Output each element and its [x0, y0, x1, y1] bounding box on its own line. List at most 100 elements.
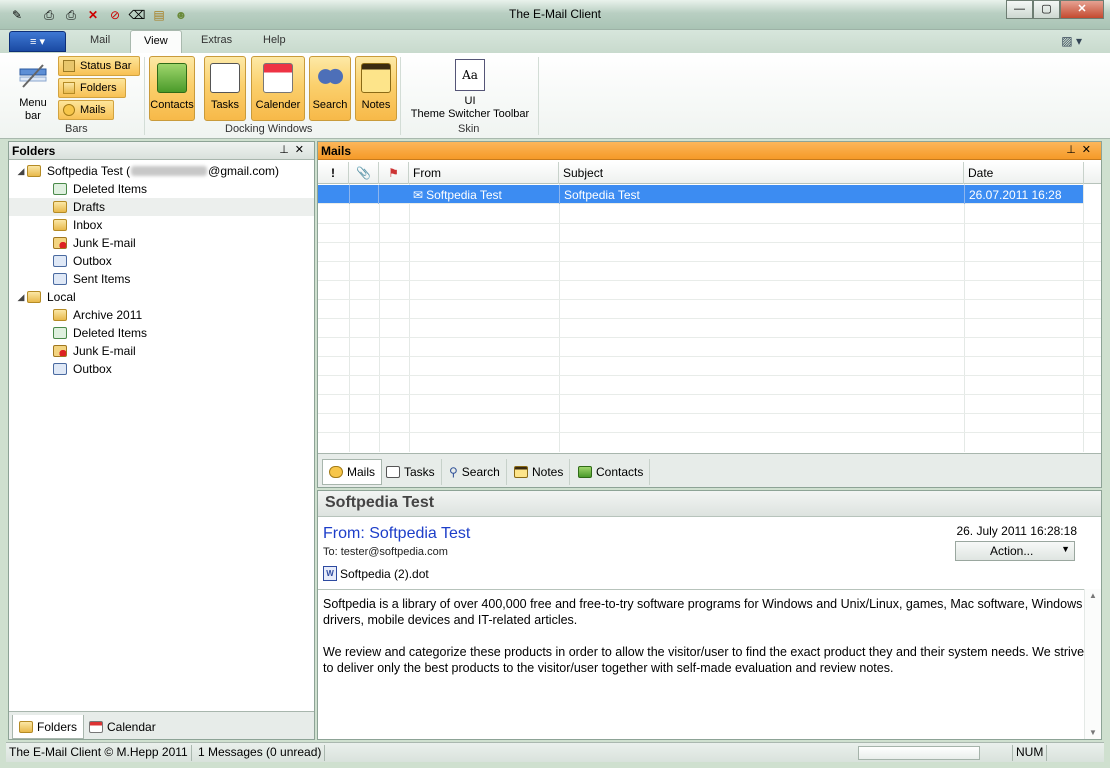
message-from[interactable]: From: Softpedia Test [323, 525, 470, 543]
status-bar-toggle[interactable]: Status Bar [58, 56, 140, 76]
message-paragraph: Softpedia is a library of over 400,000 f… [323, 597, 1083, 627]
status-progress-bar [858, 746, 980, 760]
menu-bar-icon [19, 64, 47, 88]
tree-folder-junk-local[interactable]: Junk E-mail [9, 342, 314, 360]
column-date[interactable]: Date [964, 162, 1084, 184]
notes-button[interactable]: Notes [355, 56, 397, 121]
search-button[interactable]: Search [309, 56, 351, 121]
message-body[interactable]: Softpedia is a library of over 400,000 f… [318, 589, 1101, 739]
tab-search[interactable]: ⚲ Search [443, 459, 507, 485]
collapse-arrow-icon[interactable]: ◢ [15, 166, 27, 177]
tab-mails[interactable]: Mails [322, 459, 383, 485]
tab-help[interactable]: Help [263, 34, 286, 46]
message-paragraph: We review and categorize these products … [323, 645, 1085, 675]
empty-row [318, 243, 1101, 262]
column-priority[interactable]: ! [318, 162, 349, 184]
folders-pane: Folders ⊥✕ ◢ Softpedia Test (@gmail.com)… [8, 141, 315, 740]
column-flag-icon[interactable]: ⚑ [379, 162, 409, 184]
tree-account-softpedia[interactable]: ◢ Softpedia Test (@gmail.com) [15, 162, 320, 180]
attachment[interactable]: W Softpedia (2).dot [323, 566, 429, 581]
tasks-icon [386, 466, 400, 478]
theme-switcher-button[interactable]: Aa UI Theme Switcher Toolbar [405, 59, 535, 121]
drafts-icon [53, 201, 67, 213]
maximize-button[interactable]: ▢ [1033, 0, 1060, 19]
mails-icon [329, 466, 343, 478]
pane-pin-close-icons[interactable]: ⊥✕ [279, 143, 310, 156]
tab-extras[interactable]: Extras [201, 34, 232, 46]
empty-row [318, 281, 1101, 300]
tab-calendar[interactable]: Calendar [83, 715, 162, 739]
empty-row [318, 338, 1101, 357]
tab-notes-label: Notes [532, 465, 564, 479]
folder-icon [63, 82, 75, 94]
tree-folder-archive[interactable]: Archive 2011 [9, 306, 314, 324]
close-button[interactable]: ✕ [1060, 0, 1104, 19]
tree-folder-drafts[interactable]: Drafts [9, 198, 314, 216]
application-menu-button[interactable]: ≡ ▾ [9, 31, 66, 52]
ui-label: UI [464, 95, 476, 107]
tree-folder-deleted-items-local[interactable]: Deleted Items [9, 324, 314, 342]
account-name: Local [47, 290, 76, 304]
tree-folder-deleted-items[interactable]: Deleted Items [9, 180, 314, 198]
calender-label: Calender [255, 99, 301, 111]
calender-button[interactable]: Calender [251, 56, 305, 121]
message-scrollbar[interactable]: ▲ ▼ [1084, 589, 1101, 739]
empty-row [318, 300, 1101, 319]
tasks-button[interactable]: Tasks [204, 56, 246, 121]
tree-folder-junk[interactable]: Junk E-mail [9, 234, 314, 252]
tab-tasks[interactable]: Tasks [380, 459, 442, 485]
mails-toggle[interactable]: Mails [58, 100, 114, 120]
search-label: Search [312, 99, 348, 111]
recycle-bin-icon [53, 327, 67, 339]
tab-contacts[interactable]: Contacts [572, 459, 651, 485]
attachment-cell [349, 185, 379, 204]
envelope-icon: ✉ [413, 188, 424, 202]
group-separator [144, 57, 145, 135]
scroll-up-icon[interactable]: ▲ [1089, 591, 1097, 600]
group-label-docking: Docking Windows [225, 123, 313, 135]
action-dropdown[interactable]: Action... ▼ [955, 541, 1075, 561]
folder-label: Outbox [73, 254, 112, 268]
tab-mail[interactable]: Mail [90, 34, 110, 46]
tasks-label: Tasks [210, 99, 240, 111]
theme-switcher-label: Theme Switcher Toolbar [410, 108, 530, 120]
group-label-bars: Bars [65, 123, 88, 135]
title-bar: ✎ ⎙ ⎙ ✕ ⊘ ⌫ ▤ ☻ The E-Mail Client — ▢ ✕ [0, 0, 1110, 30]
tab-view[interactable]: View [130, 30, 182, 53]
group-separator [400, 57, 401, 135]
group-separator [538, 57, 539, 135]
pane-pin-close-icons[interactable]: ⊥✕ [1066, 143, 1097, 156]
tree-folder-inbox[interactable]: Inbox [9, 216, 314, 234]
collapse-arrow-icon[interactable]: ◢ [15, 292, 27, 303]
minimize-button[interactable]: — [1006, 0, 1033, 19]
column-subject[interactable]: Subject [559, 162, 964, 184]
folders-toggle[interactable]: Folders [58, 78, 126, 98]
empty-row [318, 376, 1101, 395]
tab-folders[interactable]: Folders [12, 715, 85, 739]
folder-icon [53, 309, 67, 321]
empty-row [318, 262, 1101, 281]
reading-pane: Softpedia Test From: Softpedia Test To: … [317, 490, 1102, 740]
column-from[interactable]: From [409, 162, 559, 184]
scroll-down-icon[interactable]: ▼ [1089, 728, 1097, 737]
chevron-down-icon: ▼ [1061, 544, 1070, 554]
message-date: 26. July 2011 16:28:18 [956, 524, 1077, 538]
tree-folder-outbox[interactable]: Outbox [9, 252, 314, 270]
mail-row[interactable]: ✉ Softpedia Test Softpedia Test 26.07.201… [318, 185, 1083, 204]
binoculars-icon [315, 63, 345, 93]
tree-folder-sent-items[interactable]: Sent Items [9, 270, 314, 288]
contacts-icon [157, 63, 187, 93]
contacts-button[interactable]: Contacts [149, 56, 195, 121]
junk-icon [53, 237, 67, 249]
tree-folder-outbox-local[interactable]: Outbox [9, 360, 314, 378]
skin-menu-icon[interactable]: ▨ ▾ [1061, 34, 1082, 48]
menu-bar-button[interactable]: Menu bar [14, 59, 52, 123]
outbox-icon [53, 363, 67, 375]
tree-account-local[interactable]: ◢ Local [15, 288, 320, 306]
folder-label: Deleted Items [73, 182, 148, 196]
folder-label: Archive 2011 [73, 308, 143, 322]
tab-notes[interactable]: Notes [508, 459, 571, 485]
mail-pane-tabs: Mails Tasks ⚲ Search Notes Contacts [318, 453, 1101, 487]
status-message-count: 1 Messages (0 unread) [195, 745, 326, 761]
column-attachment-icon[interactable]: 📎 [349, 162, 379, 184]
